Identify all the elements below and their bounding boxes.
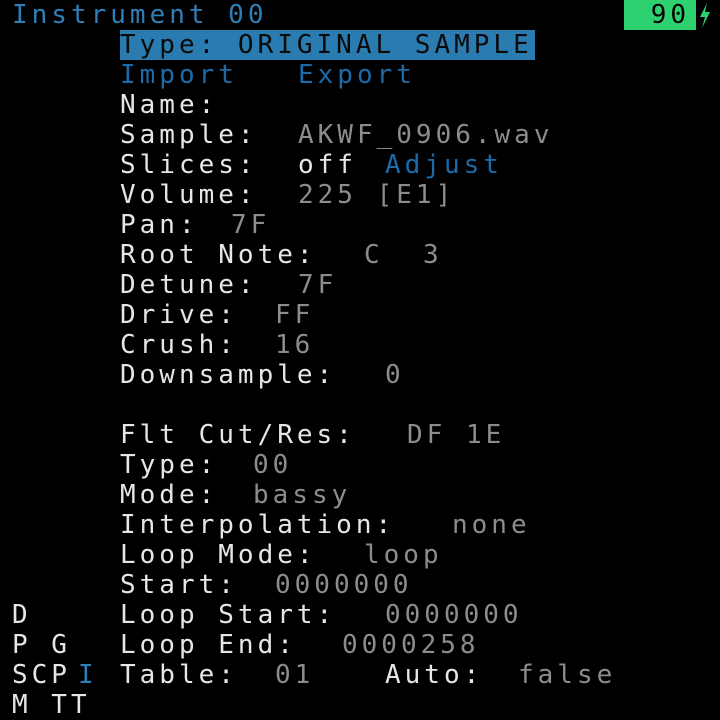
loop-mode-value[interactable]: loop [364, 540, 443, 570]
crush-value[interactable]: 16 [275, 330, 314, 360]
filter-type-label: Type: [120, 450, 219, 480]
loop-start-value[interactable]: 0000000 [385, 600, 523, 630]
detune-label: Detune: [120, 270, 258, 300]
screen-map-row-1: D [12, 600, 32, 630]
filter-cutoff-resonance-label: Flt Cut/Res: [120, 420, 356, 450]
interpolation-label: Interpolation: [120, 510, 396, 540]
loop-start-label: Loop Start: [120, 600, 337, 630]
name-label: Name: [120, 90, 219, 120]
import-button[interactable]: Import [120, 60, 238, 90]
pan-value[interactable]: 7F [231, 210, 270, 240]
root-note-value[interactable]: C 3 [364, 240, 443, 270]
drive-value[interactable]: FF [275, 300, 314, 330]
slices-label: Slices: [120, 150, 258, 180]
auto-value[interactable]: false [518, 660, 616, 690]
sample-label: Sample: [120, 120, 258, 150]
slices-adjust-button[interactable]: Adjust [385, 150, 503, 180]
start-value[interactable]: 0000000 [275, 570, 413, 600]
start-label: Start: [120, 570, 238, 600]
charging-bolt-icon [700, 3, 710, 28]
export-button[interactable]: Export [298, 60, 416, 90]
volume-value[interactable]: 225 [E1] [298, 180, 455, 210]
mode-value[interactable]: bassy [253, 480, 351, 510]
table-value[interactable]: 01 [275, 660, 314, 690]
screen-map-row-2: P G [12, 630, 71, 660]
downsample-value[interactable]: 0 [385, 360, 405, 390]
loop-end-label: Loop End: [120, 630, 297, 660]
sample-value[interactable]: AKWF_0906.wav [298, 120, 554, 150]
filter-cutoff-resonance-value[interactable]: DF 1E [407, 420, 505, 450]
loop-end-value[interactable]: 0000258 [342, 630, 480, 660]
slices-value[interactable]: off [298, 150, 357, 180]
crush-label: Crush: [120, 330, 238, 360]
instrument-type-selector[interactable]: Type: ORIGINAL SAMPLE [120, 30, 535, 60]
mode-label: Mode: [120, 480, 219, 510]
table-label: Table: [120, 660, 238, 690]
screen-map-current-instrument: I [78, 660, 98, 690]
interpolation-value[interactable]: none [452, 510, 531, 540]
battery-level: 90 [624, 0, 696, 30]
auto-label: Auto: [385, 660, 484, 690]
screen-map-row-3: SCP [12, 660, 71, 690]
drive-label: Drive: [120, 300, 238, 330]
pan-label: Pan: [120, 210, 199, 240]
filter-type-value[interactable]: 00 [253, 450, 292, 480]
detune-value[interactable]: 7F [298, 270, 337, 300]
loop-mode-label: Loop Mode: [120, 540, 317, 570]
screen-title: Instrument 00 [12, 0, 268, 30]
volume-label: Volume: [120, 180, 258, 210]
screen-map-row-4: M TT [12, 690, 91, 720]
root-note-label: Root Note: [120, 240, 317, 270]
downsample-label: Downsample: [120, 360, 337, 390]
